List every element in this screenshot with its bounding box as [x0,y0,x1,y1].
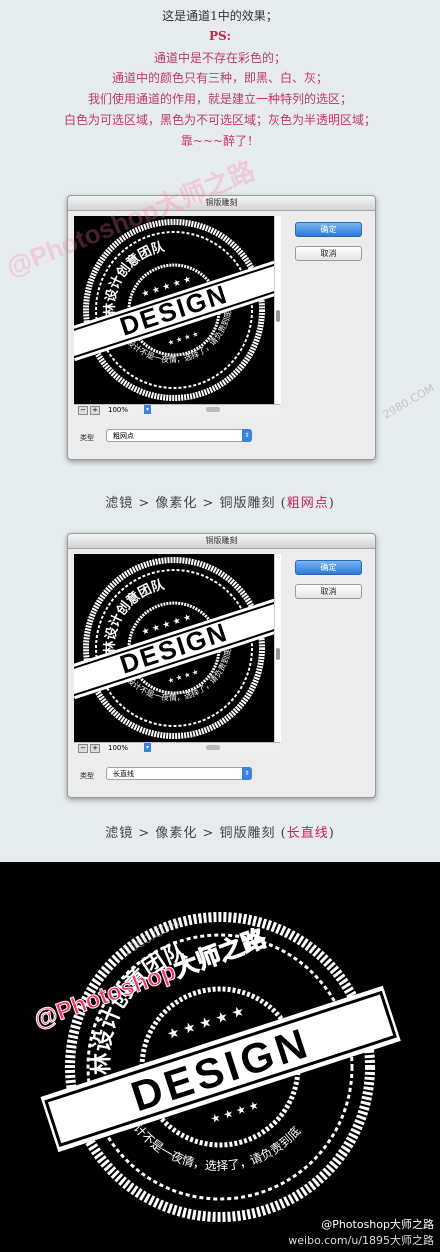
zoom-in-button[interactable]: + [90,406,100,415]
intro-line-6: 靠~~~醉了！ [180,134,260,148]
preview-image: 小林设计创意团队 设计不是一夜情，选择了，请负责到底 DESIGN ★ ★ ★ … [74,554,274,742]
design-stamp-image: 小林设计创意团队 设计不是一夜情，选择了，请负责到底 DESIGN ★ ★ ★ … [74,557,274,739]
ok-button[interactable]: 确定 [295,222,362,237]
zoom-dropdown-icon[interactable]: ▾ [144,743,151,752]
intro-line-2: 通道中是不存在彩色的； [153,51,286,65]
caption-1: 滤镜 > 像素化 > 铜版雕刻 (粗网点) [0,492,440,511]
caption-prefix: 滤镜 > 像素化 > 铜版雕刻 ( [105,496,287,511]
watermark-site-top: 2980.COM [380,381,437,422]
zoom-bar: − + 100% ▾ [74,742,280,753]
mezzotint-dialog-2: 铜版雕刻 小林设计创意团队 设计不是一夜情，选择了，请负责到底 DESIGN ★… [67,533,376,798]
caption-suffix: ) [328,826,335,841]
horizontal-scroll-thumb[interactable] [206,745,220,750]
scroll-thumb[interactable] [276,310,280,322]
intro-line-5: 白色为可选区域，黑色为不可选区域；灰色为半透明区域； [63,113,376,127]
intro-line-1: 这是通道1中的效果； [162,9,278,23]
caption-prefix: 滤镜 > 像素化 > 铜版雕刻 ( [105,826,287,841]
intro-line-3: 通道中的颜色只有三种，即黑、白、灰； [111,71,328,85]
type-select-value: 粗网点 [113,432,134,440]
intro-line-4: 我们使用通道的作用，就是建立一种特列的选区； [87,92,352,106]
caption-highlight: 粗网点 [286,496,329,511]
zoom-out-button[interactable]: − [78,406,88,415]
result-image: 小林设计创意团队 设计不是一夜情，选择了，请负责到底 DESIGN ★ ★ ★ … [0,862,440,1252]
select-arrows-icon: ⇕ [242,767,252,780]
cancel-button[interactable]: 取消 [295,584,362,599]
caption-highlight: 长直线 [286,826,329,841]
type-select[interactable]: 长直线 ⇕ [106,767,252,780]
horizontal-scroll-thumb[interactable] [206,407,220,412]
type-select-value: 长直线 [113,770,134,778]
intro-text: 这是通道1中的效果； PS: 通道中是不存在彩色的； 通道中的颜色只有三种，即黑… [0,0,440,160]
credit-line-1: @Photoshop大师之路 [321,1218,434,1231]
zoom-bar: − + 100% ▾ [74,404,280,415]
zoom-in-button[interactable]: + [90,744,100,753]
select-arrows-icon: ⇕ [242,429,252,442]
dialog-title: 铜版雕刻 [68,534,375,549]
preview-vertical-scrollbar[interactable] [274,216,281,404]
type-select[interactable]: 粗网点 ⇕ [106,429,252,442]
caption-suffix: ) [328,496,335,511]
caption-2: 滤镜 > 像素化 > 铜版雕刻 (长直线) [0,822,440,841]
credit-line-2: weibo.com/u/1895大师之路 [288,1234,434,1247]
zoom-out-button[interactable]: − [78,744,88,753]
type-label: 类型 [80,772,94,780]
cancel-button[interactable]: 取消 [295,246,362,261]
intro-ps: PS: [208,29,232,43]
design-stamp-large: 小林设计创意团队 设计不是一夜情，选择了，请负责到底 DESIGN ★ ★ ★ … [40,912,401,1222]
stamp-stars-bottom: ★ ★ ★ ★ [167,330,200,347]
zoom-value: 100% [108,744,129,752]
zoom-dropdown-icon[interactable]: ▾ [144,405,151,414]
ok-button[interactable]: 确定 [295,560,362,575]
stamp-stars-bottom: ★ ★ ★ ★ [209,1098,261,1126]
scroll-thumb[interactable] [276,648,280,660]
preview-vertical-scrollbar[interactable] [274,554,281,742]
zoom-value: 100% [108,406,129,414]
stamp-stars-bottom: ★ ★ ★ ★ [167,668,200,685]
type-label: 类型 [80,434,94,442]
